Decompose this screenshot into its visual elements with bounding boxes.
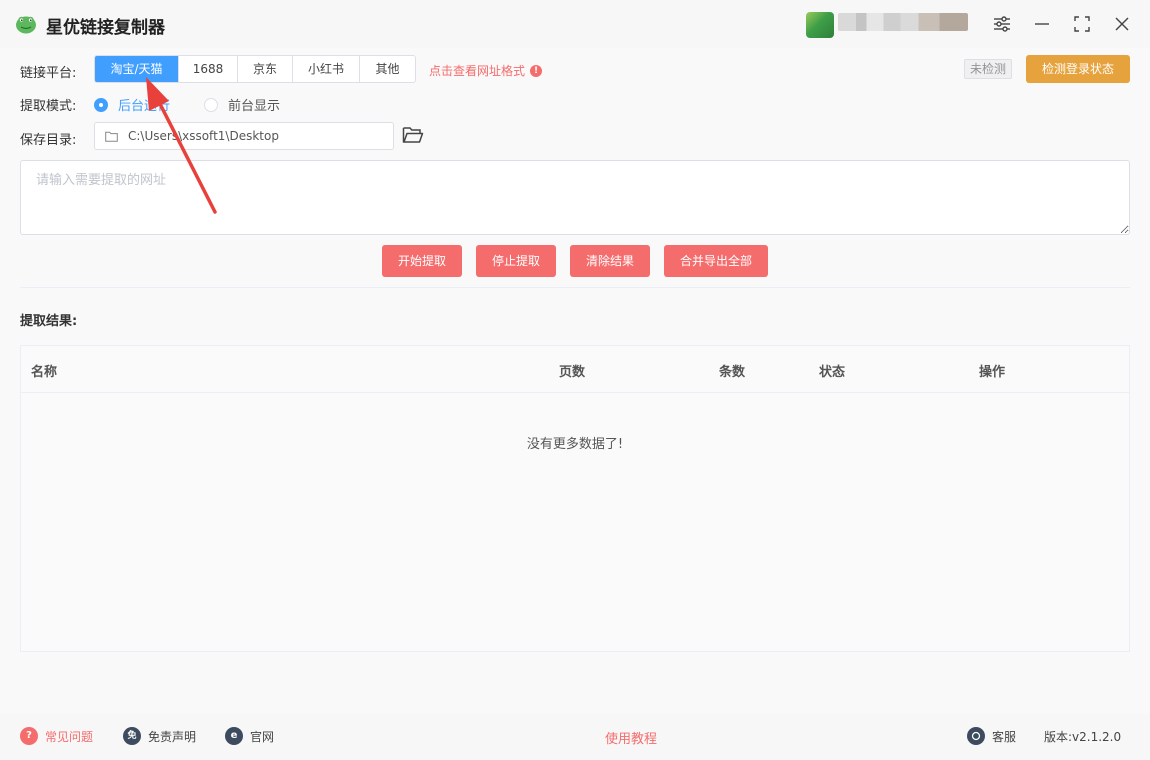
stop-extract-button[interactable]: 停止提取 <box>476 245 556 277</box>
platform-tab-jd[interactable]: 京东 <box>238 56 293 82</box>
platform-tab-xiaohongshu[interactable]: 小红书 <box>293 56 360 82</box>
platform-tab-taobao[interactable]: 淘宝/天猫 <box>95 56 179 82</box>
info-icon: ! <box>530 64 543 77</box>
disclaimer-icon: 免 <box>123 727 141 745</box>
save-dir-path: C:\Users\xssoft1\Desktop <box>128 129 279 143</box>
fullscreen-icon <box>1074 16 1090 32</box>
table-header: 名称 页数 条数 状态 操作 <box>21 346 1129 393</box>
column-header-name: 名称 <box>31 365 58 380</box>
minimize-icon <box>1035 23 1049 25</box>
platform-label: 链接平台: <box>20 66 77 81</box>
tutorial-link[interactable]: 使用教程 <box>605 728 657 747</box>
start-extract-button[interactable]: 开始提取 <box>382 245 462 277</box>
user-avatar[interactable] <box>806 12 834 38</box>
question-icon: ? <box>20 727 38 745</box>
results-title: 提取结果: <box>20 314 78 329</box>
column-header-count: 条数 <box>719 365 746 380</box>
platform-tab-other[interactable]: 其他 <box>360 56 415 82</box>
customer-service-label: 客服 <box>992 729 1017 744</box>
sliders-icon <box>994 16 1010 32</box>
faq-link[interactable]: ? 常见问题 <box>20 727 93 745</box>
close-button[interactable] <box>1108 10 1136 38</box>
user-name-blurred <box>838 13 968 31</box>
chat-bubble-icon <box>967 727 985 745</box>
column-header-status: 状态 <box>819 365 846 380</box>
mode-radio-foreground[interactable]: 前台显示 <box>204 95 280 114</box>
check-login-button[interactable]: 检测登录状态 <box>1026 55 1130 83</box>
section-divider <box>20 287 1130 288</box>
mode-radio-background[interactable]: 后台运行 <box>94 95 170 114</box>
disclaimer-link[interactable]: 免 免责声明 <box>123 727 196 745</box>
open-folder-button[interactable] <box>402 126 424 148</box>
save-dir-label: 保存目录: <box>20 133 77 148</box>
table-empty-text: 没有更多数据了! <box>526 437 624 452</box>
radio-unchecked-icon <box>204 97 218 112</box>
main-panel: 链接平台: 淘宝/天猫 1688 京东 小红书 其他 点击查看网址格式 ! 未检… <box>0 48 1150 714</box>
url-format-link-text: 点击查看网址格式 <box>429 64 526 78</box>
app-title: 星优链接复制器 <box>46 18 165 38</box>
settings-button[interactable] <box>988 10 1016 38</box>
results-table: 名称 页数 条数 状态 操作 没有更多数据了! <box>20 345 1130 652</box>
mode-label: 提取模式: <box>20 99 77 114</box>
disclaimer-label: 免责声明 <box>148 729 197 744</box>
frog-logo-icon <box>16 16 36 34</box>
title-bar: 星优链接复制器 <box>0 0 1150 48</box>
save-dir-input[interactable]: C:\Users\xssoft1\Desktop <box>94 122 394 150</box>
platform-tabs: 淘宝/天猫 1688 京东 小红书 其他 <box>94 55 416 83</box>
url-input[interactable] <box>20 160 1130 235</box>
url-format-link[interactable]: 点击查看网址格式 ! <box>429 62 543 79</box>
maximize-button[interactable] <box>1068 10 1096 38</box>
clear-results-button[interactable]: 清除结果 <box>570 245 650 277</box>
export-all-button[interactable]: 合并导出全部 <box>664 245 768 277</box>
mode-option-label: 前台显示 <box>228 99 281 114</box>
platform-tab-1688[interactable]: 1688 <box>179 56 238 82</box>
official-site-link[interactable]: e 官网 <box>225 727 274 745</box>
footer-bar: ? 常见问题 免 免责声明 e 官网 使用教程 客服 版本:v2.1.2.0 <box>0 714 1150 760</box>
login-status-badge: 未检测 <box>964 59 1013 79</box>
column-header-pages: 页数 <box>559 365 586 380</box>
close-icon <box>1115 17 1129 31</box>
official-site-label: 官网 <box>250 729 275 744</box>
radio-checked-icon <box>94 97 108 112</box>
browser-e-icon: e <box>225 727 243 745</box>
minimize-button[interactable] <box>1028 10 1056 38</box>
folder-icon <box>105 131 118 142</box>
version-text: 版本:v2.1.2.0 <box>1044 730 1122 744</box>
folder-open-icon <box>402 127 424 143</box>
mode-option-label: 后台运行 <box>118 99 171 114</box>
column-header-action: 操作 <box>979 365 1006 380</box>
customer-service-link[interactable]: 客服 <box>967 727 1016 745</box>
faq-label: 常见问题 <box>45 729 94 744</box>
